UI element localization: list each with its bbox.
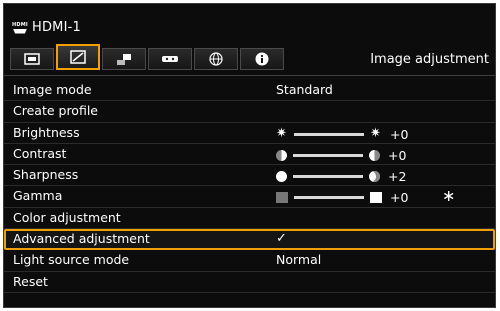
menu-item-label: Gamma bbox=[13, 188, 63, 204]
tab-installation[interactable] bbox=[102, 48, 146, 70]
remote-icon bbox=[162, 56, 178, 62]
menu-item-reset[interactable]: Reset bbox=[4, 272, 495, 293]
menu-item-sharpness[interactable]: Sharpness +2 bbox=[4, 165, 495, 187]
gamma-slider[interactable]: +0 bbox=[276, 190, 412, 205]
brightness-slider[interactable]: ✷ ✷ +0 bbox=[276, 127, 412, 142]
slider-value: +0 bbox=[388, 147, 407, 163]
image-adjust-icon bbox=[70, 50, 86, 64]
tab-display[interactable] bbox=[10, 48, 54, 70]
menu-item-label: Advanced adjustment bbox=[13, 231, 150, 247]
sharpness-slider[interactable]: +2 bbox=[276, 169, 410, 184]
menu-item-value: Normal bbox=[276, 252, 322, 268]
slider-value: +2 bbox=[388, 169, 407, 185]
slider-track[interactable] bbox=[294, 196, 364, 200]
menu-tabs bbox=[10, 44, 284, 70]
tab-network[interactable] bbox=[194, 48, 238, 70]
menu-item-label: Color adjustment bbox=[13, 209, 121, 225]
brightness-low-icon: ✷ bbox=[276, 126, 287, 142]
checkmark-icon: ✓ bbox=[276, 231, 287, 247]
menu-item-label: Reset bbox=[13, 273, 48, 289]
header-divider bbox=[4, 75, 495, 76]
menu-item-create-profile[interactable]: Create profile bbox=[4, 101, 495, 123]
active-tab-title: Image adjustment bbox=[370, 52, 489, 67]
input-source: HDMI HDMI-1 bbox=[12, 20, 81, 35]
menu-item-brightness[interactable]: Brightness ✷ ✷ +0 bbox=[4, 123, 495, 144]
modified-mark-icon: ∗ bbox=[442, 186, 456, 206]
info-icon bbox=[255, 52, 269, 66]
monitor-icon bbox=[24, 53, 40, 65]
menu-item-light-source-mode[interactable]: Light source mode Normal bbox=[4, 250, 495, 272]
input-source-label: HDMI-1 bbox=[31, 20, 81, 35]
menu-item-label: Image mode bbox=[13, 82, 92, 97]
menu-item-image-mode[interactable]: Image mode Standard bbox=[4, 80, 495, 102]
menu-item-contrast[interactable]: Contrast +0 bbox=[4, 144, 495, 166]
menu-item-label: Sharpness bbox=[13, 167, 79, 183]
contrast-high-icon bbox=[369, 149, 380, 161]
sharpness-high-icon bbox=[369, 171, 380, 183]
menu-item-advanced-adjustment[interactable]: Advanced adjustment ✓ bbox=[4, 229, 495, 251]
slider-track[interactable] bbox=[293, 175, 363, 179]
sharpness-low-icon bbox=[276, 171, 287, 183]
menu-item-color-adjustment[interactable]: Color adjustment bbox=[4, 208, 495, 230]
menu-list: Image mode Standard Create profile Brigh… bbox=[4, 80, 495, 293]
hdmi-icon: HDMI bbox=[12, 22, 28, 34]
slider-value: +0 bbox=[390, 190, 409, 206]
slider-track[interactable] bbox=[293, 153, 363, 157]
menu-item-label: Contrast bbox=[13, 145, 67, 161]
slider-track[interactable] bbox=[294, 132, 364, 136]
brightness-high-icon: ✷ bbox=[370, 126, 381, 142]
menu-item-label: Brightness bbox=[13, 124, 80, 140]
contrast-low-icon bbox=[276, 149, 287, 161]
menu-item-gamma[interactable]: Gamma +0 ∗ bbox=[4, 186, 495, 208]
gamma-low-icon bbox=[276, 192, 288, 204]
menu-item-value: Standard bbox=[276, 82, 333, 97]
globe-icon bbox=[209, 52, 223, 66]
contrast-slider[interactable]: +0 bbox=[276, 148, 410, 163]
projector-install-icon bbox=[117, 54, 131, 65]
gamma-high-icon bbox=[370, 192, 382, 204]
menu-item-label: Light source mode bbox=[13, 252, 130, 268]
tab-system[interactable] bbox=[148, 48, 192, 70]
slider-value: +0 bbox=[390, 126, 409, 142]
tab-image-adjustment[interactable] bbox=[56, 44, 100, 70]
projector-osd-menu: HDMI HDMI-1 Image adjustment Image mode … bbox=[3, 3, 496, 308]
menu-item-label: Create profile bbox=[13, 103, 98, 119]
tab-information[interactable] bbox=[240, 48, 284, 70]
